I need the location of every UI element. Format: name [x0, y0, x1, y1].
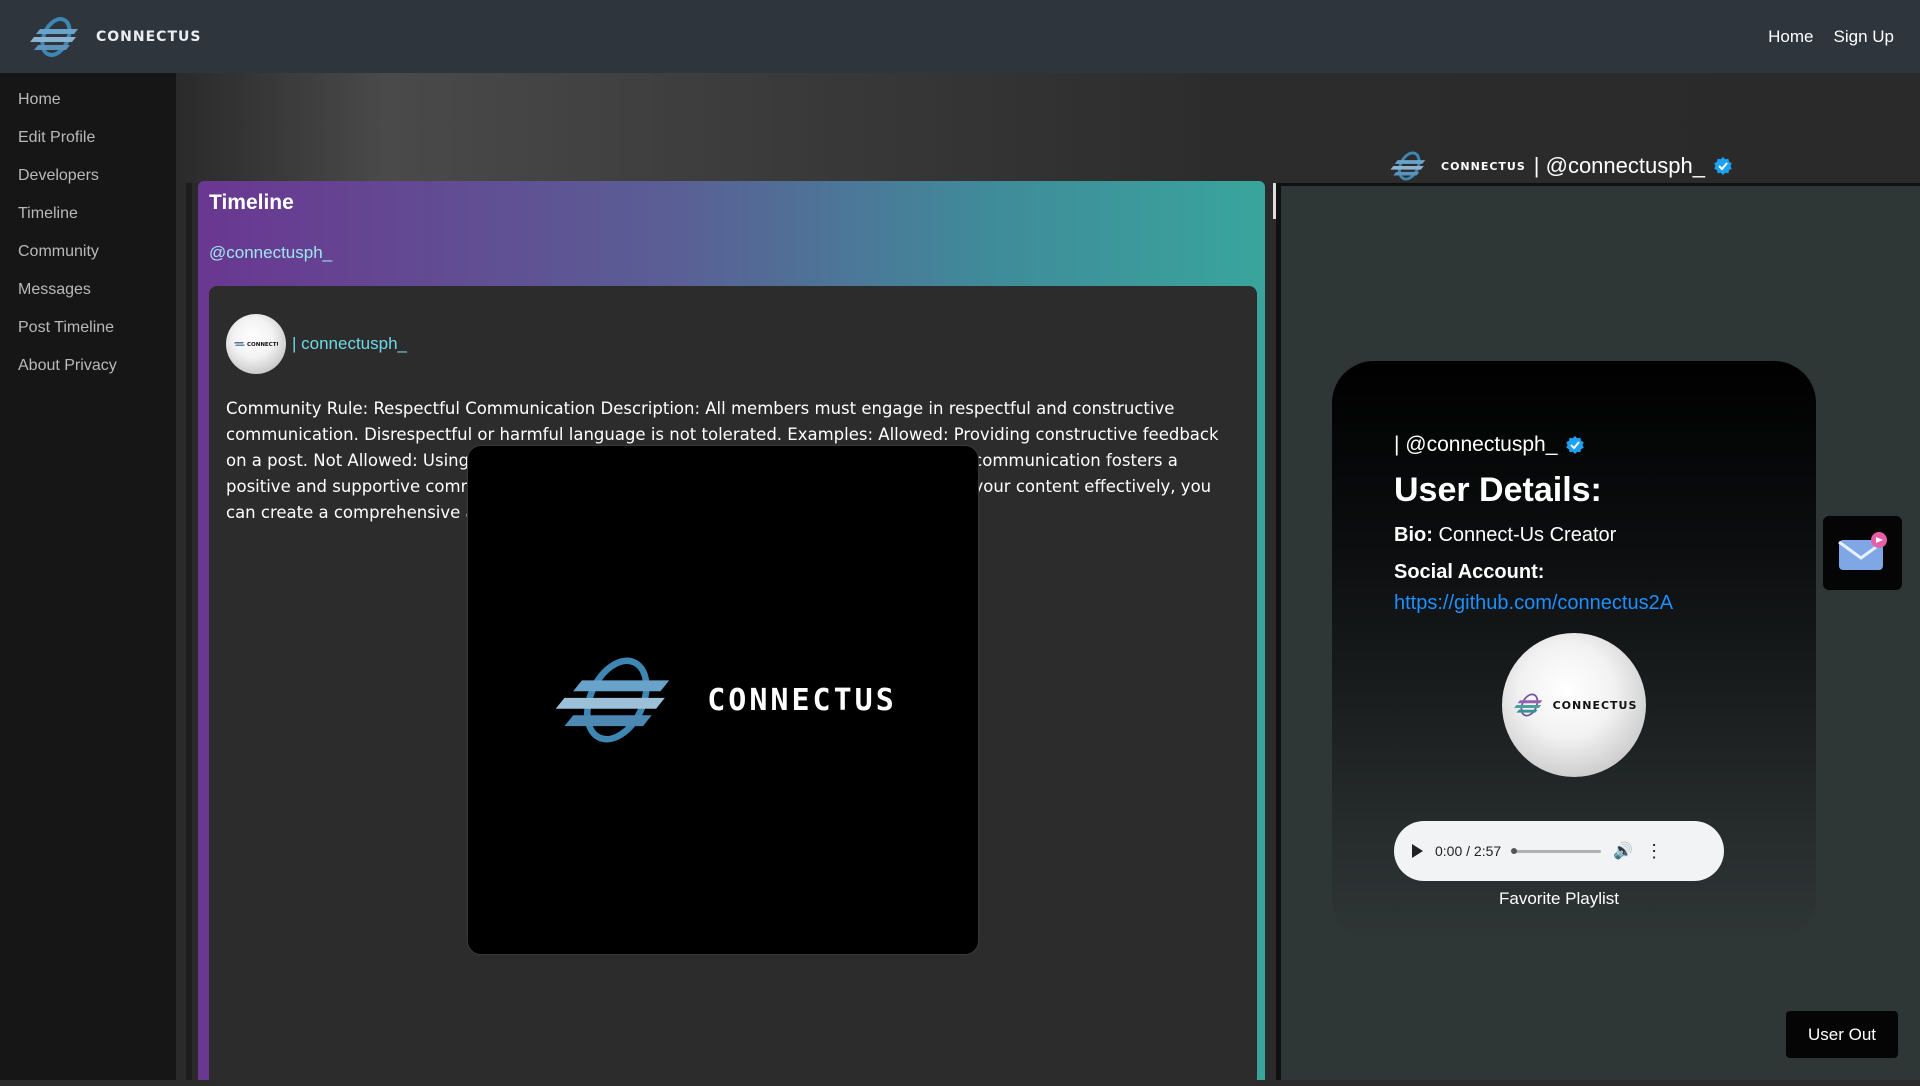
post-image[interactable]: CONNECTUS — [467, 445, 979, 955]
audio-progress-slider[interactable] — [1511, 847, 1602, 854]
social-label: Social Account: — [1394, 561, 1545, 583]
sidebar-item-edit-profile[interactable]: Edit Profile — [0, 121, 176, 159]
banner-identity: CONNECTUS | @connectusph_ — [1387, 150, 1733, 182]
user-details-card: | @connectusph_ User Details: Bio: Conne… — [1332, 361, 1816, 941]
avatar-brand-text: CONNECTUS — [1552, 698, 1638, 712]
post-header: CONNECTUS | connectusph_ — [226, 314, 1240, 374]
connectus-logo-icon — [30, 16, 78, 57]
messages-button[interactable] — [1823, 516, 1902, 590]
connectus-logo-icon — [1513, 693, 1543, 717]
play-icon[interactable] — [1412, 844, 1423, 858]
bio-row: Bio: Connect-Us Creator — [1394, 524, 1754, 547]
social-row: Social Account: — [1394, 561, 1754, 584]
sidebar: Home Edit Profile Developers Timeline Co… — [0, 73, 176, 1080]
sidebar-item-developers[interactable]: Developers — [0, 159, 176, 197]
mail-icon — [1837, 532, 1887, 570]
connectus-logo-icon — [555, 657, 670, 743]
verified-badge-icon — [1714, 157, 1732, 175]
post-username[interactable]: | connectusph_ — [292, 334, 407, 354]
brand-name: CONNECTUS — [96, 28, 202, 45]
audio-player: 0:00 / 2:57 🔊 ⋮ — [1394, 821, 1724, 881]
sidebar-item-about-privacy[interactable]: About Privacy — [0, 349, 176, 387]
profile-avatar[interactable]: CONNECTUS — [1502, 633, 1646, 777]
sidebar-item-home[interactable]: Home — [0, 83, 176, 121]
card-handle-line: | @connectusph_ — [1394, 433, 1754, 457]
timeline-handle[interactable]: @connectusph_ — [209, 243, 1255, 263]
verified-badge-icon — [1566, 436, 1585, 454]
connectus-logo-icon — [1390, 151, 1426, 181]
brand-logo[interactable]: CONNECTUS — [26, 15, 201, 59]
nav-signup-link[interactable]: Sign Up — [1834, 27, 1894, 47]
post-avatar[interactable]: CONNECTUS — [226, 314, 286, 374]
volume-icon[interactable]: 🔊 — [1613, 841, 1633, 861]
social-account-link[interactable]: https://github.com/connectus2A — [1394, 592, 1754, 615]
top-navbar: CONNECTUS Home Sign Up — [0, 0, 1920, 73]
content-divider — [186, 183, 192, 1080]
more-options-icon[interactable]: ⋮ — [1645, 842, 1663, 860]
playlist-label: Favorite Playlist — [1499, 889, 1619, 908]
svg-text:CONNECTUS: CONNECTUS — [247, 342, 278, 348]
connectus-logo-icon: CONNECTUS — [234, 342, 278, 348]
post-image-brand: CONNECTUS — [707, 682, 897, 718]
sidebar-item-messages[interactable]: Messages — [0, 273, 176, 311]
audio-time: 0:00 / 2:57 — [1435, 843, 1502, 859]
card-handle: | @connectusph_ — [1394, 433, 1558, 456]
sidebar-item-post-timeline[interactable]: Post Timeline — [0, 311, 176, 349]
bio-label: Bio: — [1394, 524, 1433, 546]
sidebar-item-timeline[interactable]: Timeline — [0, 197, 176, 235]
timeline-title: Timeline — [209, 191, 294, 214]
banner-brand-name: CONNECTUS — [1441, 159, 1526, 173]
timeline-panel: Timeline @connectusph_ CONNECTUS | conne… — [198, 181, 1265, 1086]
user-out-button[interactable]: User Out — [1786, 1011, 1898, 1058]
bio-value: Connect-Us Creator — [1438, 524, 1617, 546]
banner-handle: | @connectusph_ — [1533, 153, 1705, 178]
sidebar-item-community[interactable]: Community — [0, 235, 176, 273]
top-nav-links: Home Sign Up — [1768, 27, 1894, 47]
user-details-heading: User Details: — [1394, 471, 1602, 509]
nav-home-link[interactable]: Home — [1768, 27, 1813, 47]
